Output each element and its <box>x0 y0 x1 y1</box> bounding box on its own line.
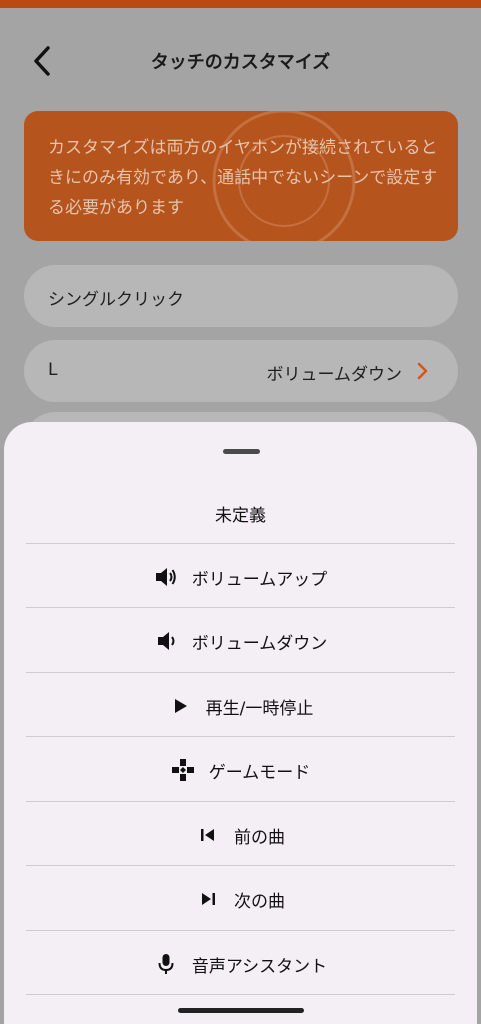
option-label: 前の曲 <box>234 827 285 848</box>
single-click-label: シングルクリック <box>48 290 184 310</box>
volume-down-icon <box>154 630 178 652</box>
divider <box>26 994 455 995</box>
left-earbud-row[interactable]: L ボリュームダウン <box>24 340 458 402</box>
page-title: タッチのカスタマイズ <box>150 52 331 73</box>
option-label: ゲームモード <box>208 762 311 783</box>
volume-up-icon <box>154 566 178 588</box>
divider <box>26 865 455 866</box>
option-label: 次の曲 <box>234 891 285 912</box>
divider <box>26 607 455 608</box>
left-label: L <box>48 360 58 380</box>
divider <box>26 736 455 737</box>
play-icon <box>168 695 192 717</box>
option-label: 再生/一時停止 <box>205 698 314 719</box>
home-indicator[interactable] <box>178 1008 304 1013</box>
left-action-value: ボリュームダウン <box>266 365 403 385</box>
option-label: ボリュームダウン <box>191 633 328 654</box>
single-click-section: シングルクリック <box>24 265 458 327</box>
option-previous-track[interactable]: 前の曲 <box>26 803 455 867</box>
option-game-mode[interactable]: ゲームモード <box>26 738 455 802</box>
option-volume-up[interactable]: ボリュームアップ <box>26 545 455 609</box>
option-label: 音声アシスタント <box>191 956 328 977</box>
action-picker-sheet: 未定義 ボリュームアップ ボリュームダウン 再生/一時停止 ゲームモード 前の曲… <box>4 422 477 1024</box>
top-accent-bar <box>0 0 481 8</box>
option-label: 未定義 <box>215 505 266 526</box>
option-label: ボリュームアップ <box>191 569 328 590</box>
chevron-right-icon <box>417 362 428 380</box>
option-play-pause[interactable]: 再生/一時停止 <box>26 674 455 738</box>
divider <box>26 543 455 544</box>
gamepad-icon <box>171 759 195 781</box>
previous-track-icon <box>196 824 220 846</box>
sheet-grabber[interactable] <box>223 449 260 454</box>
header: タッチのカスタマイズ <box>0 30 481 90</box>
notice-text: カスタマイズは両方のイヤホンが接続されているときにのみ有効であり、通話中でないシ… <box>48 138 438 218</box>
next-track-icon <box>196 888 220 910</box>
option-next-track[interactable]: 次の曲 <box>26 867 455 931</box>
microphone-icon <box>154 953 178 975</box>
option-undefined[interactable]: 未定義 <box>26 481 455 545</box>
divider <box>26 801 455 802</box>
divider <box>26 672 455 673</box>
divider <box>26 930 455 931</box>
notice-banner: カスタマイズは両方のイヤホンが接続されているときにのみ有効であり、通話中でないシ… <box>24 111 458 241</box>
option-voice-assistant[interactable]: 音声アシスタント <box>26 932 455 996</box>
option-volume-down[interactable]: ボリュームダウン <box>26 609 455 673</box>
